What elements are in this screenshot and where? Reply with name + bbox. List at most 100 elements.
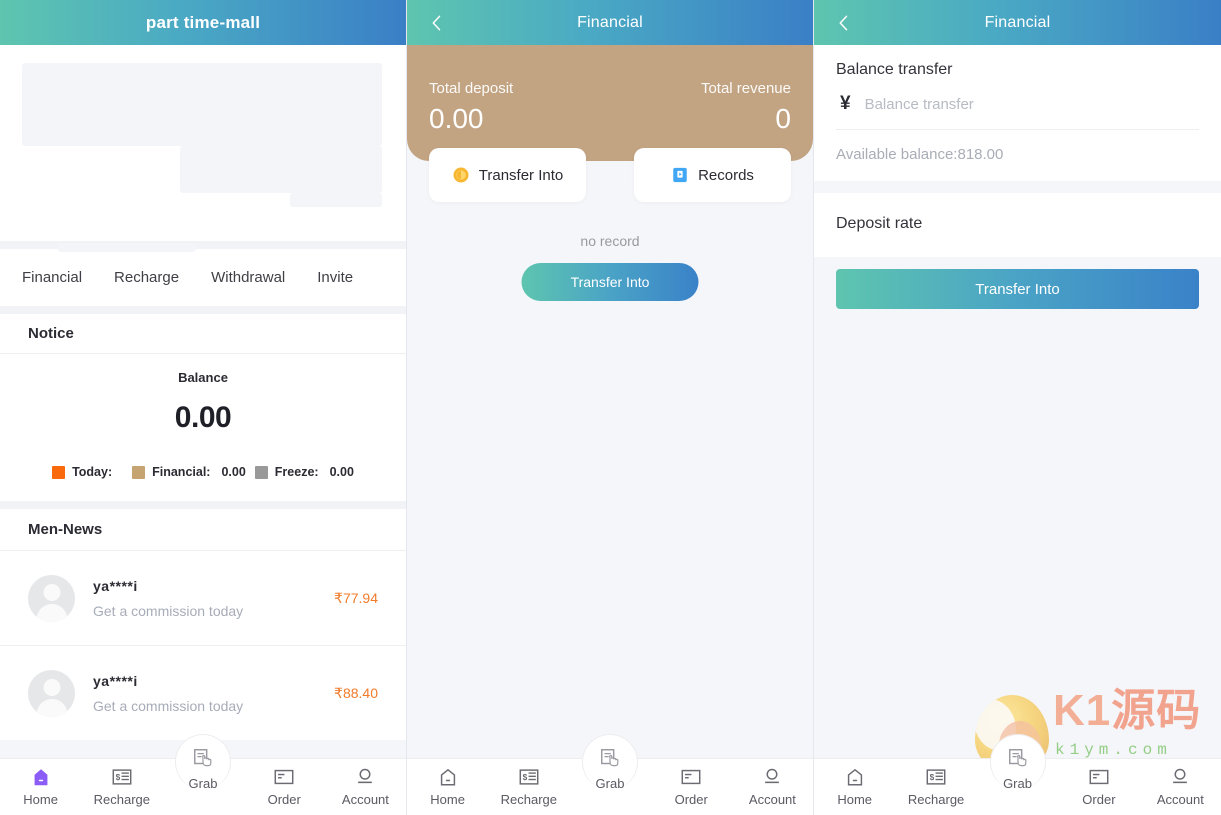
skeleton-block: [180, 146, 382, 193]
list-item-text: ya****i Get a commission today: [93, 578, 316, 619]
quick-tabs: Financial Recharge Withdrawal Invite: [0, 249, 406, 306]
records-icon: [673, 167, 687, 183]
bottom-navigation: Home $ Recharge Grab Order Account: [0, 734, 406, 815]
left-header: part time-mall: [0, 0, 406, 45]
grab-icon: [601, 749, 619, 767]
panel-financial-overview: Financial Total deposit 0.00 Total reven…: [407, 0, 814, 815]
svg-text:$: $: [522, 773, 527, 782]
legend-today: Today:: [52, 465, 123, 479]
nav-recharge[interactable]: $ Recharge: [488, 759, 569, 807]
records-card[interactable]: Records: [634, 148, 791, 202]
skeleton-block: [58, 243, 196, 252]
nav-grab[interactable]: Grab: [977, 734, 1058, 791]
legend-freeze: Freeze: 0.00: [254, 465, 354, 479]
total-revenue-block: Total revenue 0: [701, 80, 791, 135]
watermark-url: k1ym.com: [1055, 741, 1172, 759]
watermark-brand: K1源码: [1053, 689, 1201, 733]
transfer-into-card[interactable]: Transfer Into: [429, 148, 586, 202]
balance-value: 0.00: [174, 401, 232, 434]
nav-home[interactable]: Home: [0, 759, 81, 807]
watermark-brand-latin: K1: [1053, 686, 1112, 735]
today-swatch-icon: [52, 465, 66, 479]
tab-withdrawal[interactable]: Withdrawal: [211, 269, 285, 286]
list-item-text: ya****i Get a commission today: [93, 673, 316, 714]
balance-card: Balance 0.00 Today: Financial: 0.00 Free…: [0, 354, 406, 501]
nav-order[interactable]: Order: [244, 759, 325, 807]
total-revenue-label: Total revenue: [700, 80, 791, 97]
nav-label: Grab: [1003, 776, 1032, 791]
page-title: part time-mall: [145, 12, 261, 32]
home-icon: [847, 768, 862, 786]
nav-label: Home: [837, 792, 873, 807]
recharge-icon: $: [926, 769, 946, 785]
list-item[interactable]: ya****i Get a commission today ₹88.40: [0, 645, 406, 740]
nav-label: Order: [674, 792, 708, 807]
nav-recharge[interactable]: $ Recharge: [895, 759, 976, 807]
nav-home[interactable]: Home: [407, 759, 488, 807]
transfer-amount-row: ¥: [836, 79, 1199, 130]
nav-account[interactable]: Account: [732, 759, 813, 807]
order-icon: [274, 769, 294, 785]
nav-grab[interactable]: Grab: [162, 734, 243, 791]
loading-skeleton: [0, 45, 406, 252]
nav-order[interactable]: Order: [651, 759, 732, 807]
nav-order[interactable]: Order: [1058, 759, 1139, 807]
list-item-amount: ₹88.40: [334, 684, 378, 701]
balance-label: Balance: [178, 370, 228, 385]
total-deposit-label: Total deposit: [429, 80, 514, 97]
list-item-sub: Get a commission today: [93, 697, 244, 714]
legend-label: Financial:: [152, 465, 211, 479]
grab-icon: [1008, 749, 1026, 767]
back-icon[interactable]: [427, 13, 447, 33]
cta-wrapper: Transfer Into: [814, 257, 1221, 309]
nav-label: Order: [1082, 792, 1116, 807]
financial-swatch-icon: [132, 465, 146, 479]
nav-label: Account: [341, 792, 389, 807]
available-balance-text: Available balance:818.00: [836, 146, 1004, 163]
legend-value: 0.00: [329, 465, 354, 479]
section-title: Balance transfer: [836, 61, 953, 78]
empty-state-text: no record: [580, 233, 640, 249]
nav-account[interactable]: Account: [1140, 759, 1221, 807]
action-card-row: Transfer Into Records: [407, 148, 813, 202]
yen-icon: ¥: [840, 93, 851, 114]
list-item-sub: Get a commission today: [93, 602, 244, 619]
balance-transfer-section: Balance transfer ¥ Available balance:818…: [814, 45, 1221, 181]
nav-grab[interactable]: Grab: [569, 734, 650, 791]
transfer-into-button[interactable]: Transfer Into: [836, 269, 1199, 309]
transfer-amount-input[interactable]: [864, 95, 1199, 113]
back-icon[interactable]: [834, 13, 854, 33]
panel-balance-transfer: Financial Balance transfer ¥ Available b…: [814, 0, 1221, 815]
deposit-rate-label: Deposit rate: [836, 215, 923, 232]
bottom-navigation: Home $ Recharge Grab Order Account: [407, 734, 813, 815]
nav-home[interactable]: Home: [814, 759, 895, 807]
home-icon: [34, 769, 48, 786]
list-item[interactable]: ya****i Get a commission today ₹77.94: [0, 550, 406, 645]
tab-invite[interactable]: Invite: [317, 269, 353, 286]
skeleton-block: [290, 193, 382, 207]
list-item-name: ya****i: [93, 577, 138, 594]
nav-label: Home: [430, 792, 465, 807]
nav-account[interactable]: Account: [325, 759, 406, 807]
right-header: Financial: [814, 0, 1221, 45]
list-item-amount: ₹77.94: [334, 589, 378, 606]
nav-recharge[interactable]: $ Recharge: [81, 759, 162, 807]
svg-text:$: $: [115, 773, 120, 782]
legend-label: Freeze:: [274, 465, 319, 479]
three-panel-screenshot: part time-mall Financial Recharge Withdr…: [0, 0, 1221, 815]
total-deposit-block: Total deposit 0.00: [429, 80, 513, 135]
transfer-into-button[interactable]: Transfer Into: [521, 263, 699, 301]
nav-label: Grab: [188, 776, 218, 791]
tab-financial[interactable]: Financial: [22, 269, 82, 286]
financial-summary-banner: Total deposit 0.00 Total revenue 0: [407, 45, 813, 161]
deposit-rate-section[interactable]: Deposit rate: [814, 193, 1221, 257]
page-title: Financial: [984, 13, 1051, 31]
legend-label: Today:: [72, 465, 113, 479]
tab-recharge[interactable]: Recharge: [114, 269, 179, 286]
grab-icon: [194, 749, 212, 767]
news-title: Men-News: [0, 509, 406, 550]
nav-label: Recharge: [907, 792, 965, 807]
avatar: [28, 574, 75, 622]
divider: [0, 501, 406, 509]
nav-label: Account: [1156, 792, 1204, 807]
